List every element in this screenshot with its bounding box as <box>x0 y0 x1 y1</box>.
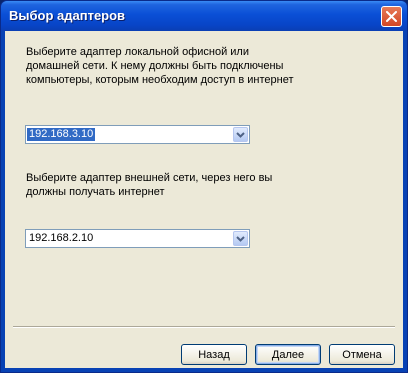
dialog-body: Выберите адаптер локальной офисной или д… <box>5 31 403 368</box>
footer-separator <box>13 326 395 328</box>
lan-adapter-select[interactable]: 192.168.3.10 <box>25 125 250 144</box>
cancel-button[interactable]: Отмена <box>329 344 395 365</box>
wan-prompt-line-1: Выберите адаптер внешней сети, через нег… <box>26 172 273 184</box>
wan-adapter-select[interactable]: 192.168.2.10 <box>25 229 250 248</box>
close-button[interactable] <box>381 6 402 27</box>
lan-prompt-line-2: домашней сети. К нему должны быть подклю… <box>26 60 284 72</box>
back-button[interactable]: Назад <box>181 344 247 365</box>
lan-dropdown-button[interactable] <box>233 127 248 142</box>
title-bar[interactable]: Выбор адаптеров <box>1 1 407 31</box>
lan-prompt-line-1: Выберите адаптер локальной офисной или <box>26 46 249 58</box>
lan-prompt-line-3: компьютеры, которым необходим доступ в и… <box>26 74 294 86</box>
dialog-window: Выбор адаптеров Выберите адаптер локальн… <box>0 0 408 373</box>
next-button[interactable]: Далее <box>255 344 321 365</box>
wan-prompt-line-2: должны получать интернет <box>26 186 165 198</box>
lan-adapter-value: 192.168.3.10 <box>27 128 96 141</box>
wan-adapter-value: 192.168.2.10 <box>29 232 94 244</box>
wan-dropdown-button[interactable] <box>233 231 248 246</box>
chevron-down-icon <box>236 235 245 242</box>
chevron-down-icon <box>236 131 245 138</box>
window-title: Выбор адаптеров <box>9 8 126 23</box>
close-icon <box>386 11 397 22</box>
